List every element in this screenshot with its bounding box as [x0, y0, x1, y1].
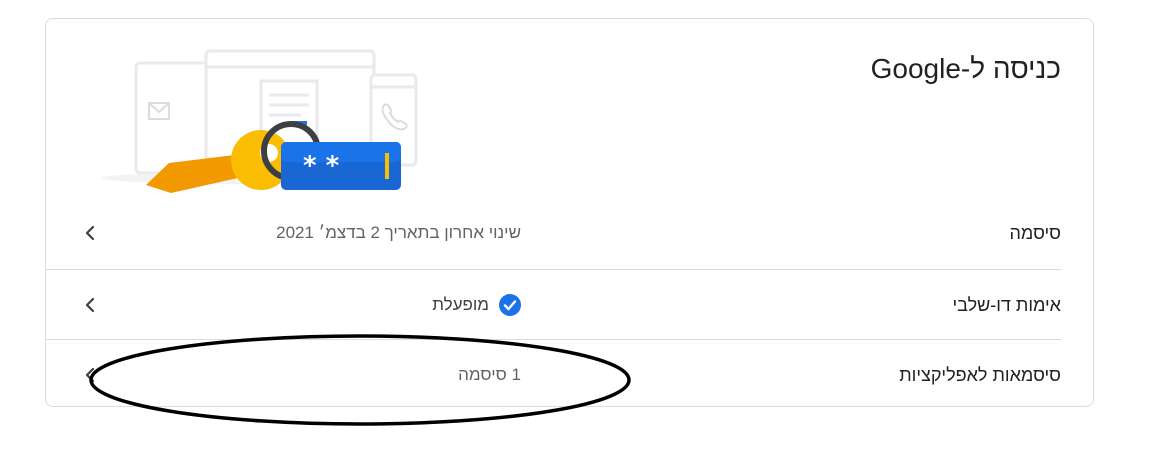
password-last-changed-text: שינוי אחרון בתאריך 2 בדצמ׳ 2021 [276, 223, 521, 242]
two-step-status: מופעלת [432, 270, 521, 340]
password-label: סיסמה [1009, 223, 1061, 243]
check-circle-icon [499, 294, 521, 316]
two-step-verification-row[interactable]: אימות דו-שלבי מופעלת [46, 269, 1061, 340]
two-step-verification-label: אימות דו-שלבי [952, 295, 1061, 315]
signin-card: כניסה ל-Google * * סיסמה שינוי אחרון בתא… [45, 18, 1094, 407]
signin-illustration: * * [101, 49, 418, 193]
chevron-left-icon[interactable] [80, 365, 100, 385]
card-title: כניסה ל-Google [870, 53, 1061, 84]
chevron-left-icon[interactable] [80, 223, 100, 243]
chevron-left-icon[interactable] [80, 295, 100, 315]
password-row[interactable]: סיסמה שינוי אחרון בתאריך 2 בדצמ׳ 2021 [46, 198, 1061, 268]
svg-text:* *: * * [303, 151, 340, 181]
app-passwords-label: סיסמאות לאפליקציות [899, 365, 1061, 385]
password-last-changed: שינוי אחרון בתאריך 2 בדצמ׳ 2021 [276, 198, 521, 268]
app-passwords-count-text: 1 סיסמה [458, 365, 521, 384]
two-step-status-text: מופעלת [432, 295, 489, 314]
app-passwords-row[interactable]: סיסמאות לאפליקציות 1 סיסמה [46, 339, 1061, 410]
app-passwords-count: 1 סיסמה [458, 340, 521, 410]
